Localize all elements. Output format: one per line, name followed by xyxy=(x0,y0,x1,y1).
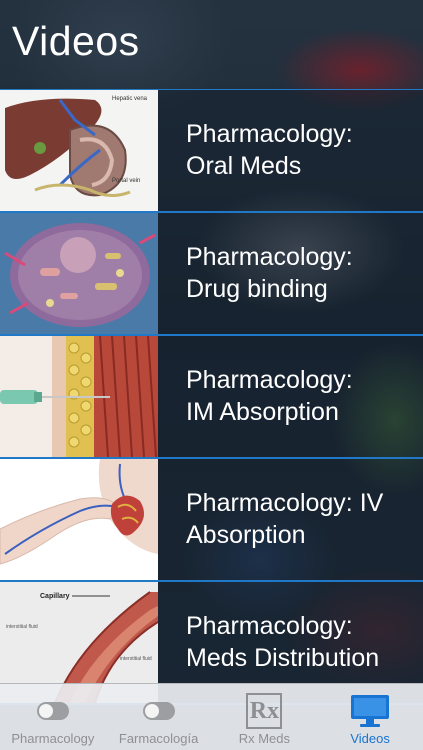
tab-rx-meds[interactable]: Rx Rx Meds xyxy=(212,684,318,750)
video-thumbnail-muscle xyxy=(0,336,158,457)
video-thumbnail-liver: Hepatic vena Portal vein xyxy=(0,90,158,211)
toggle-icon xyxy=(36,702,69,720)
tab-farmacologia[interactable]: Farmacología xyxy=(106,684,212,750)
video-title-line1: Pharmacology: xyxy=(186,366,353,394)
svg-text:Capillary: Capillary xyxy=(40,593,70,600)
tab-label: Videos xyxy=(350,731,390,746)
rx-icon: Rx xyxy=(246,693,283,729)
video-row-oral-meds[interactable]: Hepatic vena Portal vein Pharmacology: O… xyxy=(0,89,423,213)
video-title: Pharmacology: IV Absorption xyxy=(186,487,411,551)
video-title-line2: Drug binding xyxy=(186,275,328,303)
tab-label: Farmacología xyxy=(118,731,199,746)
video-title-line2: IM Absorption xyxy=(186,398,339,426)
video-title-line1: Pharmacology: xyxy=(186,612,353,640)
video-title-line1: Pharmacology: xyxy=(186,243,353,271)
video-row-im-absorption[interactable]: Pharmacology: IM Absorption xyxy=(0,336,423,459)
tab-pharmacology[interactable]: Pharmacology xyxy=(0,684,106,750)
video-title-line1: Pharmacology: xyxy=(186,120,353,148)
video-title: Pharmacology: IM Absorption xyxy=(186,364,411,428)
svg-text:interstitial fluid: interstitial fluid xyxy=(120,656,152,662)
monitor-icon xyxy=(351,695,390,727)
video-title-line1: Pharmacology: IV xyxy=(186,489,384,517)
tab-label: Pharmacology xyxy=(11,731,95,746)
video-title: Pharmacology: Meds Distribution xyxy=(186,610,411,674)
svg-text:interstitial fluid: interstitial fluid xyxy=(6,624,38,630)
video-row-iv-absorption[interactable]: Pharmacology: IV Absorption xyxy=(0,459,423,582)
video-title-line2: Absorption xyxy=(186,521,306,549)
toggle-icon xyxy=(142,702,175,720)
svg-text:Portal vein: Portal vein xyxy=(112,178,140,184)
svg-text:Hepatic vena: Hepatic vena xyxy=(112,96,148,102)
page-title: Videos xyxy=(12,18,140,64)
tab-bar: Pharmacology Farmacología Rx Rx Meds Vid… xyxy=(0,683,423,750)
video-title-line2: Oral Meds xyxy=(186,152,302,180)
video-list: Hepatic vena Portal vein Pharmacology: O… xyxy=(0,89,423,705)
video-title: Pharmacology: Oral Meds xyxy=(186,118,411,182)
video-title: Pharmacology: Drug binding xyxy=(186,241,411,305)
video-thumbnail-cell xyxy=(0,213,158,334)
video-row-drug-binding[interactable]: Pharmacology: Drug binding xyxy=(0,213,423,336)
tab-label: Rx Meds xyxy=(238,731,291,746)
video-thumbnail-heart xyxy=(0,459,158,580)
video-title-line2: Meds Distribution xyxy=(186,644,380,672)
tab-videos[interactable]: Videos xyxy=(317,684,423,750)
